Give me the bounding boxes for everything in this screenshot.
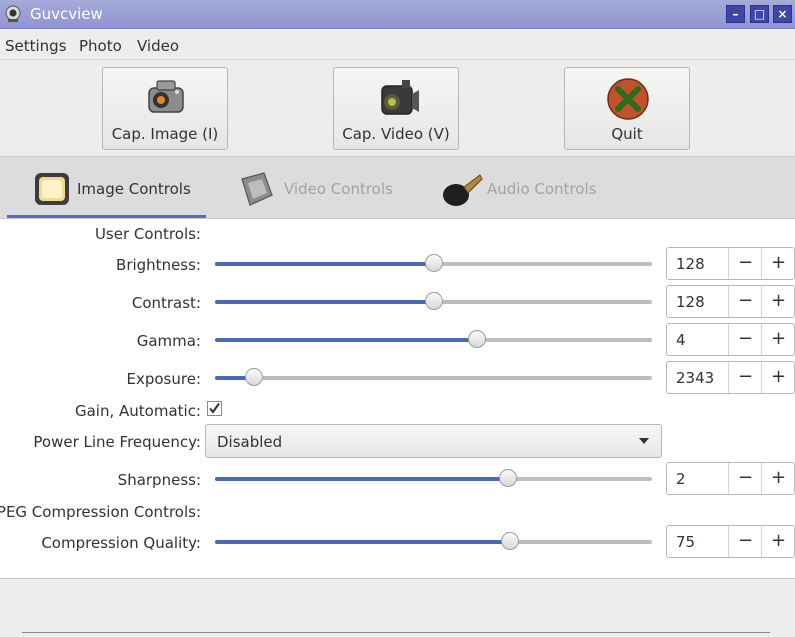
camera-icon xyxy=(148,80,184,113)
tab-video-controls-label: Video Controls xyxy=(284,180,393,198)
brightness-decrement-button[interactable]: − xyxy=(728,248,762,279)
toolbar: Cap. Image (I) Cap. Video (V) Quit xyxy=(0,60,795,156)
minimize-button[interactable]: – xyxy=(726,5,745,23)
close-icon: × xyxy=(777,7,788,21)
sharpness-label: Sharpness: xyxy=(117,471,201,489)
window-title: Guvcview xyxy=(30,5,103,23)
contrast-slider[interactable] xyxy=(215,292,652,310)
tab-audio-controls[interactable]: Audio Controls xyxy=(438,157,608,219)
gamma-slider-fill xyxy=(215,338,477,342)
brightness-spinbox[interactable]: 128 − + xyxy=(666,247,795,280)
brightness-slider[interactable] xyxy=(215,254,652,272)
power-line-frequency-label: Power Line Frequency: xyxy=(33,433,201,451)
sharpness-increment-button[interactable]: + xyxy=(761,463,795,494)
capture-image-label: Cap. Image (I) xyxy=(111,125,219,143)
microphone-icon xyxy=(443,174,483,206)
exposure-slider[interactable] xyxy=(215,368,652,386)
compression-quality-decrement-button[interactable]: − xyxy=(728,526,762,557)
close-button[interactable]: × xyxy=(773,5,792,23)
quit-label: Quit xyxy=(611,125,643,143)
maximize-button[interactable]: □ xyxy=(750,5,769,23)
exposure-value[interactable]: 2343 xyxy=(676,369,714,387)
webcam-app-icon xyxy=(5,5,21,22)
tab-audio-controls-label: Audio Controls xyxy=(487,180,597,198)
gamma-label: Gamma: xyxy=(136,332,201,350)
power-line-frequency-dropdown[interactable]: Disabled xyxy=(205,424,662,458)
brightness-value[interactable]: 128 xyxy=(676,255,705,273)
exposure-increment-button[interactable]: + xyxy=(761,362,795,393)
video-camera-icon xyxy=(381,80,419,115)
menu-photo[interactable]: Photo xyxy=(79,37,122,55)
video-controls-icon xyxy=(241,172,273,206)
capture-image-button[interactable]: Cap. Image (I) xyxy=(102,67,228,150)
tab-bar: Image Controls Video Controls Audio Cont… xyxy=(0,156,795,219)
chevron-down-icon xyxy=(639,438,649,444)
image-controls-icon xyxy=(35,173,69,205)
tab-video-controls[interactable]: Video Controls xyxy=(230,157,400,219)
gamma-decrement-button[interactable]: − xyxy=(728,324,762,355)
exposure-decrement-button[interactable]: − xyxy=(728,362,762,393)
capture-video-button[interactable]: Cap. Video (V) xyxy=(333,67,459,150)
contrast-increment-button[interactable]: + xyxy=(761,286,795,317)
compression-quality-spinbox[interactable]: 75 − + xyxy=(666,525,795,558)
brightness-slider-handle[interactable] xyxy=(425,254,443,272)
sharpness-decrement-button[interactable]: − xyxy=(728,463,762,494)
contrast-decrement-button[interactable]: − xyxy=(728,286,762,317)
compression-quality-slider-handle[interactable] xyxy=(501,532,519,550)
sharpness-slider[interactable] xyxy=(215,469,652,487)
contrast-slider-fill xyxy=(215,300,434,304)
status-divider xyxy=(22,632,770,633)
sharpness-spinbox[interactable]: 2 − + xyxy=(666,462,795,495)
compression-quality-label: Compression Quality: xyxy=(41,534,201,552)
gain-automatic-label: Gain, Automatic: xyxy=(74,402,201,420)
menu-video[interactable]: Video xyxy=(137,37,179,55)
quit-icon xyxy=(607,78,649,120)
tab-image-controls-label: Image Controls xyxy=(77,180,191,198)
user-controls-heading: User Controls: xyxy=(94,225,201,243)
capture-video-label: Cap. Video (V) xyxy=(342,125,450,143)
exposure-slider-handle[interactable] xyxy=(245,368,263,386)
title-bar[interactable]: Guvcview – □ × xyxy=(0,0,795,29)
contrast-spinbox[interactable]: 128 − + xyxy=(666,285,795,318)
compression-quality-slider-fill xyxy=(215,540,510,544)
menu-bar: Settings Photo Video xyxy=(0,29,795,60)
gamma-increment-button[interactable]: + xyxy=(761,324,795,355)
brightness-label: Brightness: xyxy=(116,256,201,274)
compression-quality-value[interactable]: 75 xyxy=(676,533,695,551)
contrast-value[interactable]: 128 xyxy=(676,293,705,311)
power-line-frequency-value: Disabled xyxy=(217,433,283,451)
exposure-spinbox[interactable]: 2343 − + xyxy=(666,361,795,394)
active-tab-indicator xyxy=(7,215,206,218)
gamma-value[interactable]: 4 xyxy=(676,331,686,349)
gamma-spinbox[interactable]: 4 − + xyxy=(666,323,795,356)
menu-settings[interactable]: Settings xyxy=(5,37,67,55)
gain-automatic-checkbox[interactable] xyxy=(207,401,222,416)
quit-button[interactable]: Quit xyxy=(564,67,690,150)
brightness-increment-button[interactable]: + xyxy=(761,248,795,279)
contrast-slider-handle[interactable] xyxy=(425,292,443,310)
status-bar xyxy=(0,579,795,637)
jpeg-compression-heading: JPEG Compression Controls: xyxy=(0,503,201,521)
gamma-slider-handle[interactable] xyxy=(468,330,486,348)
maximize-icon: □ xyxy=(753,7,766,21)
compression-quality-increment-button[interactable]: + xyxy=(761,526,795,557)
compression-quality-slider[interactable] xyxy=(215,532,652,550)
gamma-slider[interactable] xyxy=(215,330,652,348)
minimize-icon: – xyxy=(732,7,739,21)
contrast-label: Contrast: xyxy=(131,294,201,312)
sharpness-slider-handle[interactable] xyxy=(499,469,517,487)
brightness-slider-fill xyxy=(215,262,434,266)
sharpness-value[interactable]: 2 xyxy=(676,470,686,488)
sharpness-slider-fill xyxy=(215,477,508,481)
tab-image-controls[interactable]: Image Controls xyxy=(7,157,206,219)
exposure-label: Exposure: xyxy=(126,370,202,388)
